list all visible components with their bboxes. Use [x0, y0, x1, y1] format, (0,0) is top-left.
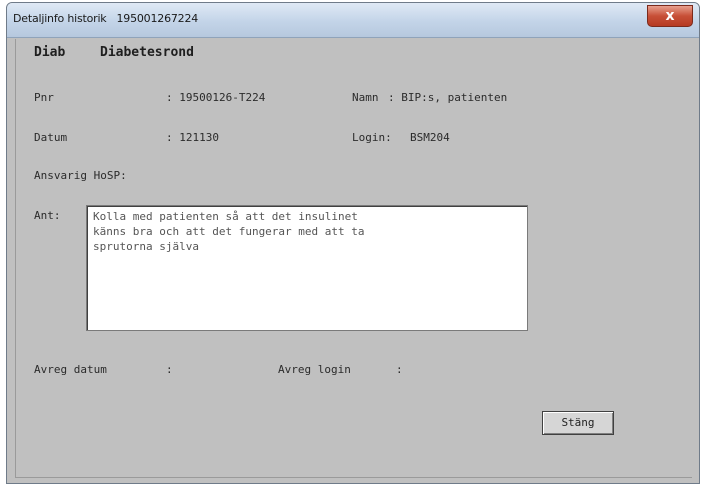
pnr-value: : 19500126-T224	[166, 91, 266, 104]
login-label: Login:	[352, 131, 392, 144]
avreg-login-label: Avreg login	[278, 363, 351, 376]
window-title-text: Detaljinfo historik	[13, 12, 107, 25]
detail-window: Detaljinfo historik 195001267224 x Diab D…	[6, 2, 700, 484]
login-value: BSM204	[410, 131, 450, 144]
ant-label: Ant:	[34, 209, 61, 222]
avreg-datum-value: :	[166, 363, 173, 376]
close-button[interactable]: Stäng	[542, 411, 614, 435]
close-icon[interactable]: x	[647, 5, 693, 27]
namn-value: : BIP:s, patienten	[388, 91, 508, 104]
window-title-id: 195001267224	[116, 12, 199, 25]
avreg-datum-label: Avreg datum	[34, 363, 107, 376]
ant-textarea[interactable]: Kolla med patienten så att det insulinet…	[86, 205, 528, 331]
module-label: Diab	[34, 45, 66, 60]
namn-label: Namn	[352, 91, 379, 104]
datum-label: Datum	[34, 131, 68, 144]
avreg-login-value: :	[396, 363, 403, 376]
datum-value: : 121130	[166, 131, 219, 144]
window-client-area: Diab Diabetesrond Pnr : 19500126-T224 Na…	[15, 39, 692, 478]
ansvarig-label: Ansvarig HoSP:	[34, 169, 127, 182]
title-bar[interactable]: Detaljinfo historik 195001267224 x	[7, 3, 699, 38]
pnr-label: Pnr	[34, 91, 54, 104]
window-title: Detaljinfo historik 195001267224	[13, 12, 198, 25]
module-title: Diabetesrond	[100, 45, 194, 60]
